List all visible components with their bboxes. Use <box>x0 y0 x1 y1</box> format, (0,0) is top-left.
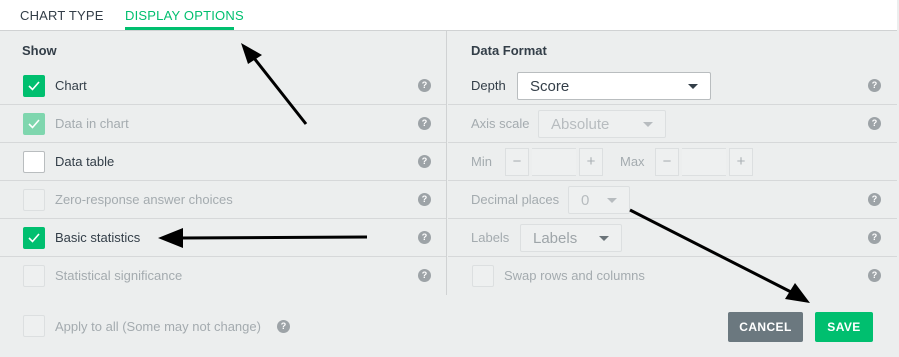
caret-down-icon <box>688 84 698 89</box>
data-in-chart-label: Data in chart <box>55 116 129 131</box>
apply-to-all-label: Apply to all (Some may not change) <box>55 319 261 334</box>
save-button[interactable]: SAVE <box>815 312 873 342</box>
statistical-significance-checkbox <box>23 265 45 287</box>
question-circle-icon[interactable]: ? <box>868 269 881 282</box>
question-circle-icon[interactable]: ? <box>418 155 431 168</box>
tab-chart-type[interactable]: CHART TYPE <box>20 8 104 23</box>
labels-select: Labels <box>520 224 622 252</box>
min-stepper: − + <box>505 148 603 176</box>
zero-response-checkbox <box>23 189 45 211</box>
labels-row: Labels Labels ? <box>448 219 897 257</box>
zero-response-label: Zero-response answer choices <box>55 192 233 207</box>
axis-scale-select: Absolute <box>538 110 666 138</box>
data-table-label: Data table <box>55 154 115 169</box>
active-tab-indicator <box>125 27 234 30</box>
caret-down-icon <box>607 198 617 203</box>
axis-scale-row: Axis scale Absolute ? <box>448 105 897 143</box>
statistical-significance-label: Statistical significance <box>55 268 183 283</box>
min-decrement-button: − <box>505 148 529 176</box>
depth-value: Score <box>530 78 570 95</box>
swap-rows-columns-checkbox <box>472 265 494 287</box>
option-row-zero-response: Zero-response answer choices ? <box>0 181 446 219</box>
check-icon <box>28 119 40 129</box>
data-format-panel: Data Format Depth Score ? Axis scale Abs… <box>448 31 897 295</box>
decimal-places-label: Decimal places <box>471 192 560 207</box>
basic-statistics-checkbox[interactable] <box>23 227 45 249</box>
cancel-button[interactable]: CANCEL <box>728 312 803 342</box>
tab-display-options[interactable]: DISPLAY OPTIONS <box>125 8 244 23</box>
depth-select[interactable]: Score <box>517 72 711 100</box>
max-input <box>682 148 726 176</box>
depth-row: Depth Score ? <box>448 67 897 105</box>
decimal-places-select: 0 <box>568 186 630 214</box>
option-row-data-in-chart: Data in chart ? <box>0 105 446 143</box>
question-circle-icon[interactable]: ? <box>418 117 431 130</box>
data-in-chart-checkbox <box>23 113 45 135</box>
caret-down-icon <box>599 236 609 241</box>
max-increment-button: + <box>729 148 753 176</box>
question-circle-icon[interactable]: ? <box>418 193 431 206</box>
swap-row: Swap rows and columns ? <box>448 257 897 295</box>
axis-scale-value: Absolute <box>551 116 610 133</box>
axis-scale-label: Axis scale <box>471 116 530 131</box>
question-circle-icon[interactable]: ? <box>868 231 881 244</box>
min-increment-button: + <box>579 148 603 176</box>
max-label: Max <box>620 154 645 169</box>
option-row-statistical-significance: Statistical significance ? <box>0 257 446 295</box>
max-stepper: − + <box>655 148 753 176</box>
question-circle-icon[interactable]: ? <box>418 231 431 244</box>
depth-label: Depth <box>471 78 506 93</box>
question-circle-icon[interactable]: ? <box>418 79 431 92</box>
max-decrement-button: − <box>655 148 679 176</box>
labels-label: Labels <box>471 230 510 245</box>
option-row-basic-statistics: Basic statistics ? <box>0 219 446 257</box>
question-circle-icon[interactable]: ? <box>418 269 431 282</box>
swap-rows-columns-label: Swap rows and columns <box>504 268 645 283</box>
question-circle-icon[interactable]: ? <box>277 320 290 333</box>
show-title: Show <box>22 43 57 58</box>
decimal-places-value: 0 <box>581 192 590 209</box>
question-circle-icon[interactable]: ? <box>868 117 881 130</box>
check-icon <box>28 81 40 91</box>
caret-down-icon <box>643 122 653 127</box>
labels-value: Labels <box>533 230 578 247</box>
chart-label: Chart <box>55 78 87 93</box>
question-circle-icon[interactable]: ? <box>868 193 881 206</box>
data-table-checkbox[interactable] <box>23 151 45 173</box>
question-circle-icon[interactable]: ? <box>868 79 881 92</box>
apply-to-all-checkbox[interactable] <box>23 315 45 337</box>
show-panel: Show Chart ? Data in chart ? Data table … <box>0 31 447 295</box>
basic-statistics-label: Basic statistics <box>55 230 141 245</box>
tab-bar: CHART TYPE DISPLAY OPTIONS <box>0 0 897 31</box>
footer: Apply to all (Some may not change) ? CAN… <box>0 295 897 357</box>
option-row-chart: Chart ? <box>0 67 446 105</box>
min-input <box>532 148 576 176</box>
min-label: Min <box>471 154 492 169</box>
chart-checkbox[interactable] <box>23 75 45 97</box>
min-max-row: Min − + Max − + <box>448 143 897 181</box>
data-format-title: Data Format <box>471 43 547 58</box>
check-icon <box>28 233 40 243</box>
option-row-data-table: Data table ? <box>0 143 446 181</box>
decimal-places-row: Decimal places 0 ? <box>448 181 897 219</box>
